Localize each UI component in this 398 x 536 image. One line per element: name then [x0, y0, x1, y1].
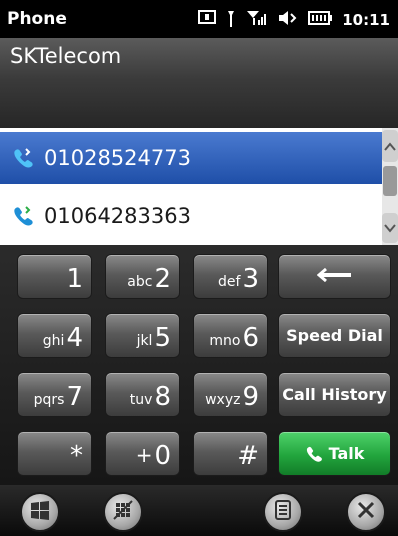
key-digit: 3 — [242, 264, 259, 294]
key-letters: ghi — [42, 333, 65, 349]
clock[interactable]: 10:11 — [342, 11, 390, 29]
windows-start-button[interactable] — [20, 492, 60, 532]
status-bar: Phone 10:11 — [0, 0, 398, 38]
battery-icon[interactable] — [308, 11, 333, 29]
phone-icon — [305, 445, 323, 463]
key-letters: def — [218, 274, 241, 290]
key-digit: 4 — [66, 323, 83, 353]
key-6[interactable]: mno 6 — [193, 313, 268, 358]
number-list: 01028524773 01064283363 — [0, 128, 382, 245]
key-digit: 2 — [154, 264, 171, 294]
key-digit: 8 — [154, 382, 171, 412]
carrier-area: SKTelecom — [0, 38, 398, 128]
volume-icon[interactable] — [278, 10, 298, 30]
antenna-icon — [226, 9, 236, 31]
key-digit: 1 — [66, 264, 83, 294]
key-digit: * — [70, 441, 83, 471]
key-1[interactable]: 1 — [17, 254, 92, 299]
app-title: Phone — [7, 9, 67, 29]
carrier-name: SKTelecom — [10, 44, 122, 68]
scroll-thumb[interactable] — [383, 166, 397, 196]
keypad-toggle-button[interactable] — [103, 492, 143, 532]
talk-label: Talk — [328, 444, 365, 463]
key-digit: 9 — [242, 382, 259, 412]
backspace-button[interactable] — [278, 254, 391, 299]
key-letters: tuv — [129, 392, 153, 408]
key-7[interactable]: pqrs 7 — [17, 372, 92, 417]
key-digit: 5 — [154, 323, 171, 353]
talk-button[interactable]: Talk — [278, 431, 391, 476]
phone-icon — [10, 145, 36, 171]
phone-icon — [10, 203, 36, 229]
dial-keypad: 1 abc 2 def 3 ghi 4 jkl 5 mno 6 Speed Di… — [0, 245, 398, 485]
key-4[interactable]: ghi 4 — [17, 313, 92, 358]
list-scrollbar[interactable] — [382, 128, 398, 245]
menu-button[interactable] — [263, 492, 303, 532]
scroll-down-button[interactable] — [382, 213, 398, 243]
key-digit: 6 — [242, 323, 259, 353]
close-button[interactable] — [346, 492, 386, 532]
speed-dial-button[interactable]: Speed Dial — [278, 313, 391, 358]
phone-number: 01064283363 — [44, 204, 191, 228]
speed-dial-label: Speed Dial — [286, 326, 383, 345]
signal-icon[interactable] — [246, 10, 268, 30]
call-history-button[interactable]: Call History — [278, 372, 391, 417]
key-letters: pqrs — [33, 392, 65, 408]
menu-icon — [274, 499, 292, 525]
key-digit: 0 — [154, 441, 171, 471]
call-history-label: Call History — [282, 385, 387, 404]
key-letters: abc — [127, 274, 153, 290]
notification-icon[interactable] — [198, 10, 217, 30]
windows-logo-icon — [29, 499, 51, 525]
key-2[interactable]: abc 2 — [105, 254, 180, 299]
backspace-arrow-icon — [316, 267, 353, 286]
key-star[interactable]: * — [17, 431, 92, 476]
bottom-bar — [0, 485, 398, 536]
list-item[interactable]: 01064283363 — [0, 190, 382, 242]
key-3[interactable]: def 3 — [193, 254, 268, 299]
key-letters: mno — [209, 333, 241, 349]
close-icon — [356, 500, 376, 524]
key-letters: jkl — [136, 333, 153, 349]
scroll-up-button[interactable] — [382, 130, 398, 162]
key-8[interactable]: tuv 8 — [105, 372, 180, 417]
phone-number: 01028524773 — [44, 146, 191, 170]
key-letters: + — [135, 443, 153, 467]
key-digit: 7 — [66, 382, 83, 412]
key-9[interactable]: wxyz 9 — [193, 372, 268, 417]
key-digit: # — [237, 441, 259, 471]
key-hash[interactable]: # — [193, 431, 268, 476]
list-item[interactable]: 01028524773 — [0, 132, 382, 184]
key-letters: wxyz — [205, 392, 241, 408]
status-icons: 10:11 — [198, 9, 390, 31]
hide-keypad-icon — [112, 499, 134, 525]
key-0[interactable]: + 0 — [105, 431, 180, 476]
key-5[interactable]: jkl 5 — [105, 313, 180, 358]
